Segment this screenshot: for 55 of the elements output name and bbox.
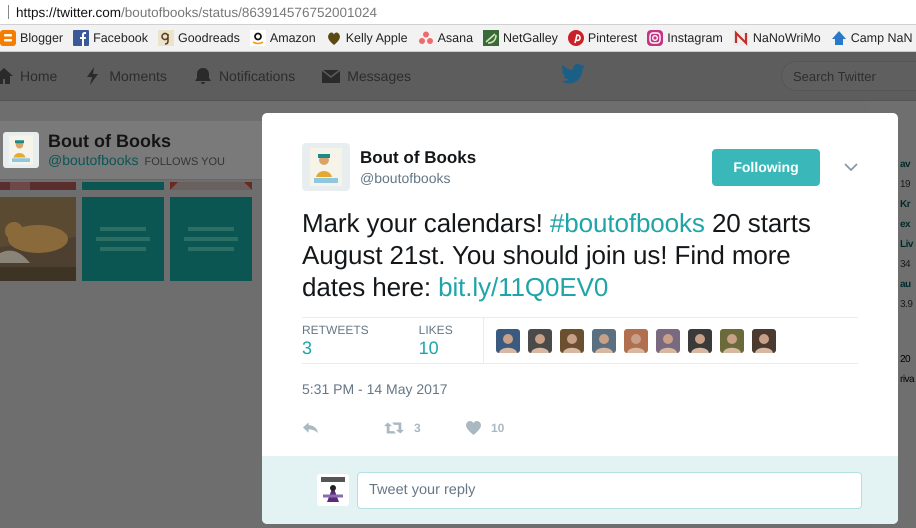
trend-text: 19 [900,179,912,190]
trend-text: 3.9 [900,299,914,310]
reply-field[interactable]: Tweet your reply [357,472,862,508]
bookmark-link[interactable]: Blogger [20,31,64,45]
tweet-timestamp: 5:31 PM - 14 May 2017 [302,381,449,397]
blogger-icon [0,30,16,46]
dots-icon [418,30,434,46]
trend-text: riva [900,374,916,385]
trend-link[interactable]: ex [900,219,916,230]
bookmark-link[interactable]: NetGalley [503,31,558,45]
trend-link[interactable]: au [900,279,916,290]
author-name[interactable]: Bout of Books [360,148,702,168]
a-icon [250,30,266,46]
bell-icon [192,66,213,86]
home-icon [0,66,14,86]
reply-icon[interactable] [302,421,319,435]
trend-text: 34 [900,259,912,270]
g-icon [158,30,174,46]
trend-link[interactable]: av [900,159,916,170]
stat-label: LIKES [418,322,453,336]
action-count: 10 [491,421,504,435]
f-icon [73,30,90,46]
pin-icon [568,30,584,46]
heart-icon [326,30,342,46]
bird-icon[interactable] [561,64,585,84]
leaf-icon [483,30,500,46]
action-count: 3 [414,421,421,435]
bookmark-link[interactable]: Asana [438,31,474,45]
n-icon [732,30,749,46]
profile-handle[interactable]: @boutofbooks [48,152,138,168]
stat-count[interactable]: 10 [418,338,453,358]
bookmark-link[interactable]: NaNoWriMo [752,31,821,45]
stat-label: RETWEETS [302,322,369,336]
camera-icon [647,30,664,46]
bookmark-link[interactable]: Instagram [667,31,723,45]
hashtag-link[interactable]: #boutofbooks [550,208,705,238]
stat-count[interactable]: 3 [302,338,369,358]
bookmark-link[interactable]: Amazon [270,31,316,45]
trend-text: 20 [900,354,912,365]
trend-link[interactable]: Kr [900,199,916,210]
bookmark-link[interactable]: Pinterest [588,31,638,45]
author-handle[interactable]: @boutofbooks [360,170,702,186]
profile-name: Bout of Books [48,130,172,152]
bookmark-link[interactable]: Camp NaN [850,31,913,45]
trend-link[interactable]: Liv [900,239,916,250]
heart-icon[interactable] [466,421,481,435]
bookmark-link[interactable]: Kelly Apple [346,31,408,45]
tweet-text: Mark your calendars! #boutofbooks 20 starts August 21st. You should join us! Find more dates here: bit.ly/11Q0EV0 [302,207,812,303]
follows-you-label: FOLLOWS YOU [144,156,225,168]
url-link[interactable]: bit.ly/11Q0EV0 [438,272,608,302]
bookmark-link[interactable]: Goodreads [178,31,240,45]
chevron-down-icon[interactable] [844,163,858,171]
retweet-icon[interactable] [384,421,404,435]
following-button[interactable]: Following [712,148,820,186]
bookmark-link[interactable]: Facebook [93,31,148,45]
